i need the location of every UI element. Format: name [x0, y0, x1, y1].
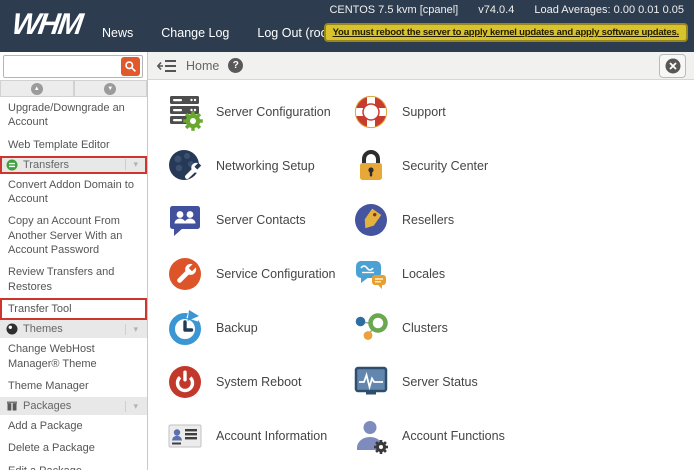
- security-center-icon: [360, 150, 382, 180]
- sidebar-item-copy-account-from-server[interactable]: Copy an Account From Another Server With…: [0, 210, 147, 261]
- transfers-icon: [6, 159, 18, 171]
- chevron-down-icon[interactable]: ▾: [125, 400, 143, 412]
- main-panel: Server Configuration Support Networking …: [148, 80, 694, 470]
- app-group-label: System Reboot: [216, 375, 302, 389]
- app-group-label: Networking Setup: [216, 159, 315, 173]
- system-info: CENTOS 7.5 kvm [cpanel] v74.0.4 Load Ave…: [329, 4, 684, 16]
- app-group-service-configuration[interactable]: Service Configuration: [165, 247, 351, 301]
- sidebar-item-transfer-tool[interactable]: Transfer Tool: [0, 297, 147, 321]
- app-group-label: Account Functions: [402, 429, 505, 443]
- content-area: ▲ ▼ Upgrade/Downgrade an Account Web Tem…: [0, 80, 694, 470]
- app-group-locales[interactable]: Locales: [351, 247, 694, 301]
- sidebar-section-label: Themes: [23, 323, 63, 336]
- server-configuration-icon: [170, 96, 203, 131]
- sidebar-item-change-whm-theme[interactable]: Change WebHost Manager® Theme: [0, 338, 147, 375]
- whm-logo[interactable]: WHM: [10, 8, 84, 42]
- app-group-label: Backup: [216, 321, 258, 335]
- themes-icon: [6, 323, 18, 335]
- load-averages: Load Averages: 0.00 0.01 0.05: [534, 4, 684, 16]
- nav-news[interactable]: News: [102, 26, 133, 40]
- close-button[interactable]: [659, 53, 686, 78]
- close-icon: [665, 58, 680, 73]
- account-information-icon: [168, 424, 202, 448]
- app-group-label: Server Configuration: [216, 105, 331, 119]
- locales-icon: [356, 261, 386, 289]
- backup-icon: [169, 308, 202, 345]
- search-button[interactable]: [121, 57, 140, 76]
- scroll-down-button[interactable]: ▼: [73, 80, 147, 97]
- version-info: v74.0.4: [478, 4, 515, 16]
- sidebar-item-edit-a-package[interactable]: Edit a Package: [0, 460, 147, 470]
- sidebar-item-web-template-editor[interactable]: Web Template Editor: [0, 134, 147, 156]
- sidebar-item-theme-manager[interactable]: Theme Manager: [0, 375, 147, 397]
- help-icon[interactable]: ?: [228, 58, 244, 73]
- app-group-grid: Server Configuration Support Networking …: [148, 80, 694, 463]
- sidebar-section-label: Packages: [23, 400, 72, 413]
- scroll-down-icon: ▼: [104, 82, 117, 95]
- sidebar-nav-list: Upgrade/Downgrade an Account Web Templat…: [0, 97, 147, 470]
- breadcrumb-home[interactable]: Home: [186, 59, 219, 73]
- app-group-label: Support: [402, 105, 446, 119]
- service-configuration-icon: [169, 258, 201, 290]
- support-icon: [354, 95, 388, 129]
- os-info: CENTOS 7.5 kvm [cpanel]: [329, 4, 459, 16]
- nav-change-log[interactable]: Change Log: [161, 26, 229, 40]
- sidebar-item-delete-a-package[interactable]: Delete a Package: [0, 437, 147, 459]
- app-group-system-reboot[interactable]: System Reboot: [165, 355, 351, 409]
- reboot-warning-banner[interactable]: You must reboot the server to apply kern…: [323, 23, 688, 42]
- app-group-account-information[interactable]: Account Information: [165, 409, 351, 463]
- app-group-server-status[interactable]: Server Status: [351, 355, 694, 409]
- app-group-clusters[interactable]: Clusters: [351, 301, 694, 355]
- scroll-up-button[interactable]: ▲: [0, 80, 74, 97]
- server-contacts-icon: [170, 206, 200, 236]
- toolbar-row: Home ?: [0, 52, 694, 80]
- app-group-resellers[interactable]: Resellers: [351, 193, 694, 247]
- sidebar: ▲ ▼ Upgrade/Downgrade an Account Web Tem…: [0, 80, 148, 470]
- app-group-label: Resellers: [402, 213, 455, 227]
- chevron-down-icon[interactable]: ▾: [125, 323, 143, 335]
- packages-icon: [7, 401, 17, 411]
- sidebar-section-themes[interactable]: Themes ▾: [0, 320, 147, 339]
- resellers-icon: [355, 204, 387, 236]
- collapse-sidebar-icon[interactable]: [157, 59, 177, 73]
- header-nav: News Change Log Log Out (root): [102, 26, 335, 40]
- app-group-label: Account Information: [216, 429, 328, 443]
- sidebar-item-convert-addon-domain[interactable]: Convert Addon Domain to Account: [0, 174, 147, 211]
- app-group-server-configuration[interactable]: Server Configuration: [165, 85, 351, 139]
- app-group-label: Locales: [402, 267, 446, 281]
- sidebar-scroll-buttons: ▲ ▼: [0, 80, 147, 97]
- app-group-account-functions[interactable]: Account Functions: [351, 409, 694, 463]
- app-group-label: Security Center: [402, 159, 489, 173]
- system-reboot-icon: [169, 366, 201, 398]
- sidebar-item-upgrade-downgrade-account[interactable]: Upgrade/Downgrade an Account: [0, 97, 147, 134]
- app-group-label: Service Configuration: [216, 267, 336, 281]
- sidebar-item-review-transfers-restores[interactable]: Review Transfers and Restores: [0, 261, 147, 298]
- server-status-icon: [354, 366, 388, 395]
- app-group-networking-setup[interactable]: Networking Setup: [165, 139, 351, 193]
- scroll-up-icon: ▲: [30, 82, 43, 95]
- app-group-support[interactable]: Support: [351, 85, 694, 139]
- sidebar-section-label: Transfers: [23, 158, 70, 171]
- search-icon: [125, 61, 136, 72]
- chevron-down-icon[interactable]: ▾: [125, 159, 143, 171]
- app-group-server-contacts[interactable]: Server Contacts: [165, 193, 351, 247]
- networking-setup-icon: [169, 150, 202, 180]
- app-group-label: Server Status: [402, 375, 478, 389]
- app-group-label: Clusters: [402, 321, 448, 335]
- app-group-backup[interactable]: Backup: [165, 301, 351, 355]
- account-functions-icon: [357, 421, 388, 454]
- top-header: WHM CENTOS 7.5 kvm [cpanel] v74.0.4 Load…: [0, 0, 694, 52]
- app-group-label: Server Contacts: [216, 213, 306, 227]
- sidebar-search-area: [0, 52, 148, 80]
- sidebar-item-add-a-package[interactable]: Add a Package: [0, 415, 147, 437]
- sidebar-section-transfers[interactable]: Transfers ▾: [0, 155, 147, 174]
- breadcrumb: Home ?: [148, 52, 694, 80]
- app-group-security-center[interactable]: Security Center: [351, 139, 694, 193]
- sidebar-section-packages[interactable]: Packages ▾: [0, 397, 147, 416]
- clusters-icon: [355, 313, 388, 340]
